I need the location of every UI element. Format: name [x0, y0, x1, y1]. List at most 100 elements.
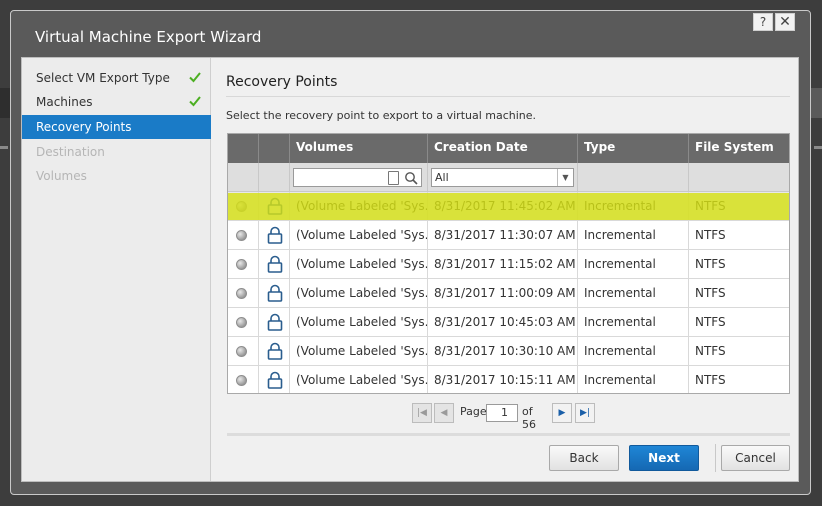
- step-label: Select VM Export Type: [36, 71, 170, 85]
- table-row[interactable]: (Volume Labeled 'Sys... 8/31/2017 10:15:1…: [228, 366, 789, 393]
- filter-cell: [259, 163, 290, 192]
- page-label: Page: [460, 405, 487, 418]
- step-recovery-points[interactable]: Recovery Points: [22, 115, 211, 139]
- type-cell: Incremental: [578, 221, 689, 250]
- type-cell: Incremental: [578, 279, 689, 308]
- filter-cell: [290, 163, 428, 192]
- lock-cell: [259, 366, 290, 393]
- page-number-input[interactable]: 1: [486, 404, 518, 422]
- status-cell: [228, 192, 259, 221]
- dialog-title: Virtual Machine Export Wizard: [35, 28, 262, 46]
- creation-date-cell: 8/31/2017 11:30:07 AM: [428, 221, 578, 250]
- volume-cell: (Volume Labeled 'Sys...: [290, 192, 428, 221]
- filter-cell: [228, 163, 259, 192]
- step-label: Machines: [36, 95, 93, 109]
- status-dot-icon: [236, 230, 247, 241]
- header-creation-date[interactable]: Creation Date: [428, 134, 578, 163]
- status-dot-icon: [236, 201, 247, 212]
- creation-date-cell: 8/31/2017 11:00:09 AM: [428, 279, 578, 308]
- date-filter-value: All: [435, 171, 449, 184]
- prev-page-button[interactable]: ◀: [434, 403, 454, 423]
- creation-date-cell: 8/31/2017 10:45:03 AM: [428, 308, 578, 337]
- filter-cell: [689, 163, 789, 192]
- header-type[interactable]: Type: [578, 134, 689, 163]
- table-row[interactable]: (Volume Labeled 'Sys... 8/31/2017 11:30:0…: [228, 221, 789, 250]
- lock-cell: [259, 308, 290, 337]
- background-app-tab: [810, 88, 822, 118]
- creation-date-cell: 8/31/2017 10:15:11 AM: [428, 366, 578, 393]
- volume-cell: (Volume Labeled 'Sys...: [290, 279, 428, 308]
- header-volumes[interactable]: Volumes: [290, 134, 428, 163]
- table-row[interactable]: (Volume Labeled 'Sys... 8/31/2017 10:45:0…: [228, 308, 789, 337]
- lock-cell: [259, 250, 290, 279]
- export-wizard-dialog: Virtual Machine Export Wizard ? ✕ Select…: [10, 10, 811, 495]
- calculator-icon[interactable]: [388, 171, 399, 185]
- wizard-panel: Select VM Export Type Machines Recovery …: [21, 57, 799, 482]
- table-row[interactable]: (Volume Labeled 'Sys... 8/31/2017 11:00:0…: [228, 279, 789, 308]
- status-cell: [228, 250, 259, 279]
- file-system-cell: NTFS: [695, 286, 726, 300]
- filter-row: All ▼: [228, 163, 789, 192]
- file-system-cell: NTFS: [695, 344, 726, 358]
- header-lock: [259, 134, 290, 163]
- table-row[interactable]: (Volume Labeled 'Sys... 8/31/2017 11:15:0…: [228, 250, 789, 279]
- divider: [227, 433, 790, 436]
- status-dot-icon: [236, 375, 247, 386]
- lock-icon: [267, 371, 283, 389]
- lock-icon: [267, 284, 283, 302]
- file-system-cell: NTFS: [695, 315, 726, 329]
- step-machines[interactable]: Machines: [22, 90, 210, 114]
- file-system-cell: NTFS: [695, 199, 726, 213]
- filter-cell: [578, 163, 689, 192]
- lock-icon: [267, 197, 283, 215]
- background-bar: [814, 146, 822, 149]
- content-area: Recovery Points Select the recovery poin…: [212, 58, 798, 481]
- close-button[interactable]: ✕: [775, 13, 795, 31]
- volume-cell: (Volume Labeled 'Sys...: [290, 250, 428, 279]
- status-dot-icon: [236, 259, 247, 270]
- step-select-vm-export-type[interactable]: Select VM Export Type: [22, 66, 210, 90]
- search-icon[interactable]: [404, 171, 418, 185]
- creation-date-cell: 8/31/2017 11:45:02 AM: [428, 192, 578, 221]
- file-system-cell: NTFS: [695, 257, 726, 271]
- table-row[interactable]: (Volume Labeled 'Sys... 8/31/2017 11:45:0…: [228, 192, 789, 221]
- date-filter-select[interactable]: All ▼: [431, 168, 574, 187]
- status-cell: [228, 366, 259, 393]
- check-icon: [189, 96, 201, 107]
- step-label: Volumes: [36, 169, 87, 183]
- last-page-button[interactable]: ▶|: [575, 403, 595, 423]
- background-bar: [0, 146, 8, 149]
- next-button[interactable]: Next: [629, 445, 699, 471]
- creation-date-cell: 8/31/2017 10:30:10 AM: [428, 337, 578, 366]
- status-dot-icon: [236, 317, 247, 328]
- help-button[interactable]: ?: [753, 13, 773, 31]
- back-button[interactable]: Back: [549, 445, 619, 471]
- section-title: Recovery Points: [226, 74, 338, 90]
- table-row[interactable]: (Volume Labeled 'Sys... 8/31/2017 10:30:1…: [228, 337, 789, 366]
- step-destination: Destination: [22, 140, 210, 164]
- creation-date-cell: 8/31/2017 11:15:02 AM: [428, 250, 578, 279]
- lock-icon: [267, 226, 283, 244]
- status-cell: [228, 279, 259, 308]
- lock-cell: [259, 221, 290, 250]
- type-cell: Incremental: [578, 308, 689, 337]
- step-label: Recovery Points: [36, 120, 132, 134]
- next-page-button[interactable]: ▶: [552, 403, 572, 423]
- wizard-steps-nav: Select VM Export Type Machines Recovery …: [22, 58, 211, 481]
- cancel-button[interactable]: Cancel: [721, 445, 790, 471]
- lock-icon: [267, 255, 283, 273]
- header-file-system[interactable]: File System: [689, 134, 789, 163]
- lock-cell: [259, 337, 290, 366]
- type-cell: Incremental: [578, 250, 689, 279]
- chevron-down-icon[interactable]: ▼: [557, 169, 573, 186]
- recovery-points-grid: Volumes Creation Date Type File System A…: [227, 133, 790, 394]
- divider: [226, 96, 790, 97]
- volume-cell: (Volume Labeled 'Sys...: [290, 337, 428, 366]
- first-page-button[interactable]: |◀: [412, 403, 432, 423]
- type-cell: Incremental: [578, 192, 689, 221]
- lock-icon: [267, 342, 283, 360]
- volumes-filter-input[interactable]: [293, 168, 422, 187]
- status-cell: [228, 337, 259, 366]
- grid-header: Volumes Creation Date Type File System: [228, 134, 789, 163]
- status-dot-icon: [236, 288, 247, 299]
